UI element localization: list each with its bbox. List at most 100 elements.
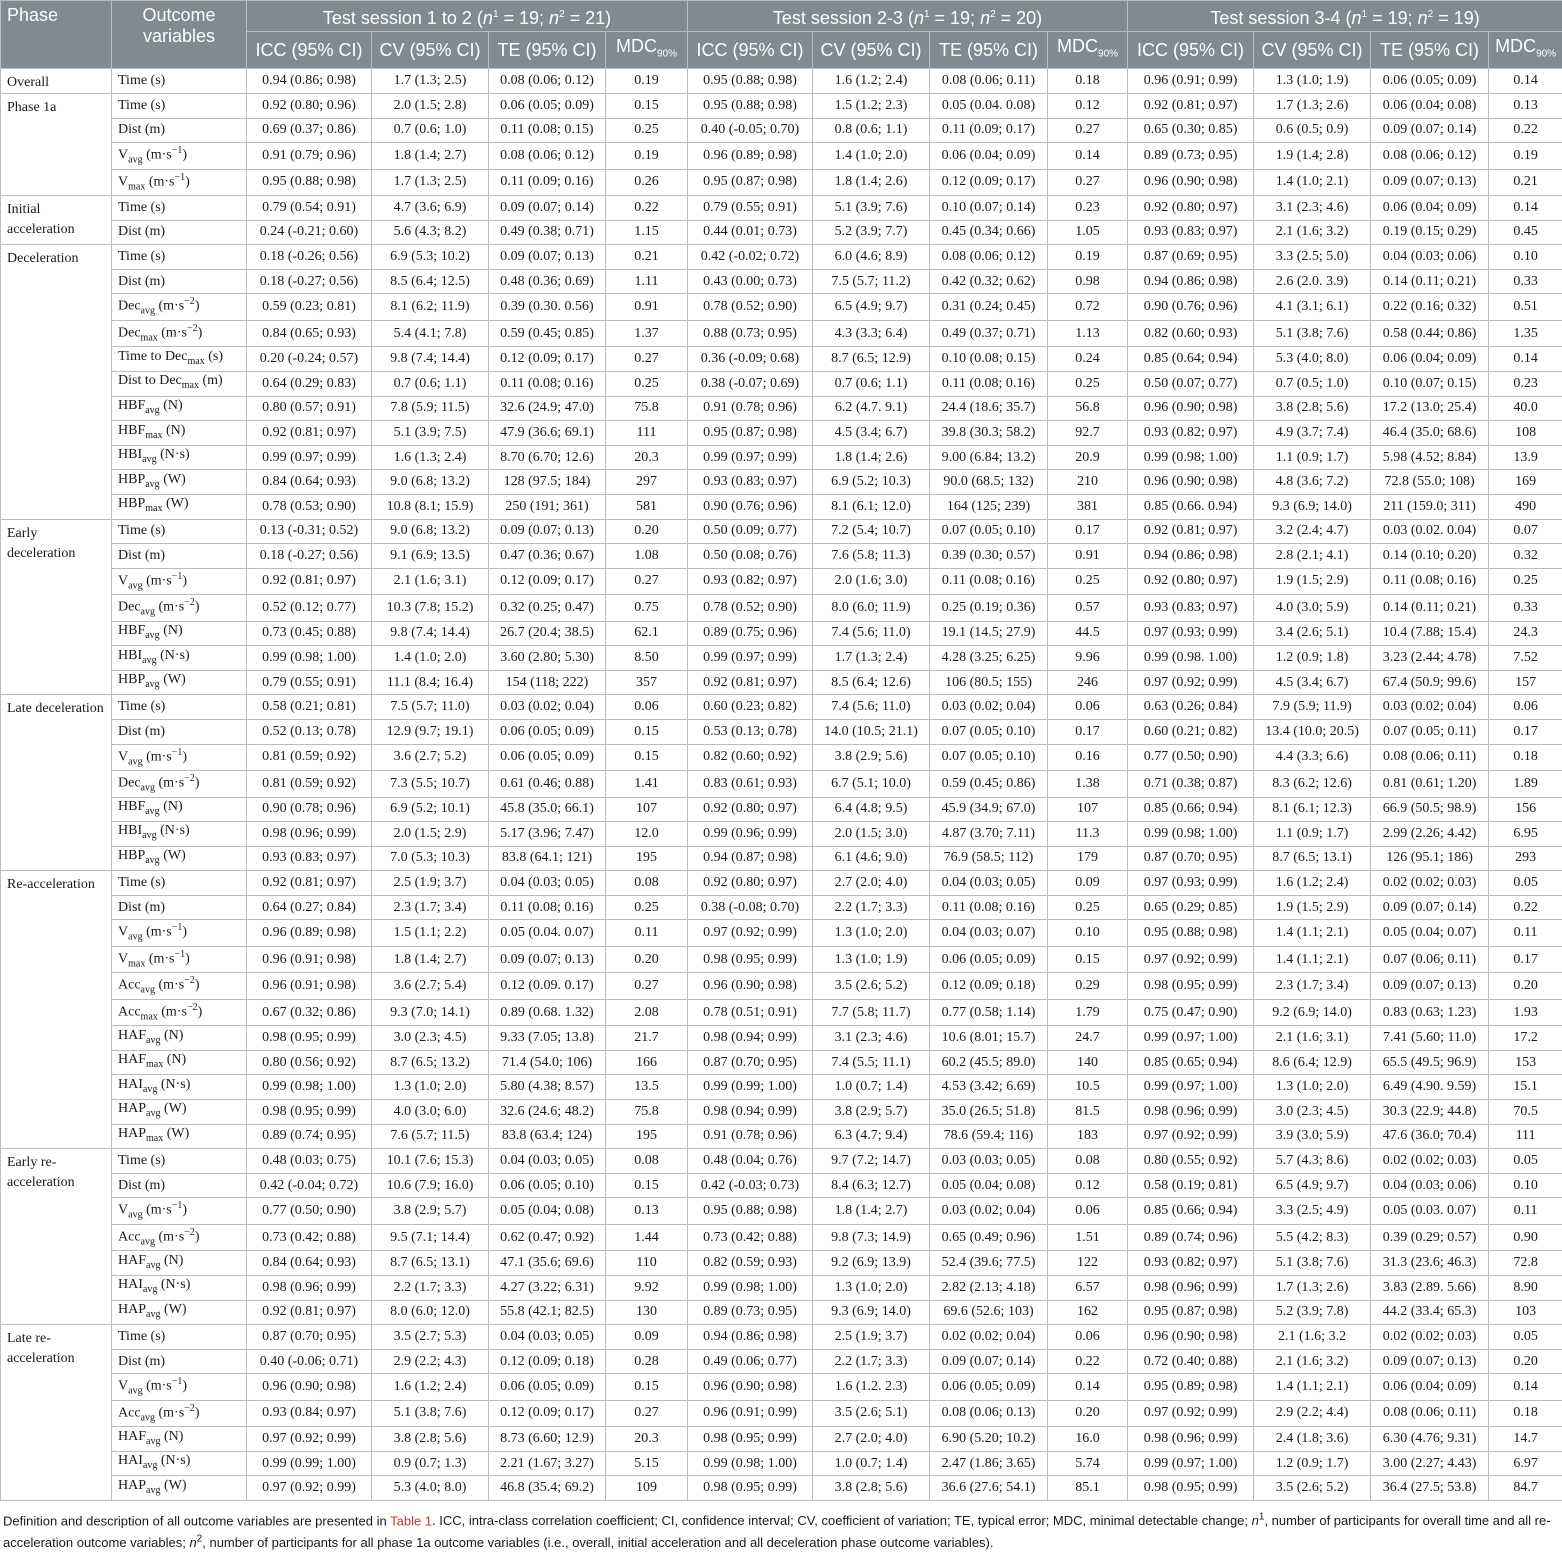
cv-value-cell: 4.0 (3.0; 6.0) [372,1100,489,1125]
table-1-link[interactable]: Table 1 [390,1513,432,1528]
cv-value-cell: 2.0 (1.5; 2.8) [372,94,489,119]
cv-value-cell: 3.5 (2.6; 5.1) [813,1400,930,1426]
te-value-cell: 0.12 (0.09; 0.17) [489,568,606,594]
te-value-cell: 0.03 (0.02; 0.04) [930,695,1048,720]
te-value-cell: 8.73 (6.60; 12.9) [489,1427,606,1452]
icc-value-cell: 0.96 (0.91; 0.98) [247,973,372,999]
outcome-variable-cell: Time (s) [112,695,247,720]
cv-value-cell: 5.1 (3.8; 7.6) [372,1400,489,1426]
cv-value-cell: 9.8 (7.4; 14.4) [372,347,489,372]
mdc-value-cell: 357 [606,670,688,695]
cv-value-cell: 9.5 (7.1; 14.4) [372,1224,489,1250]
cv-value-cell: 13.4 (10.0; 20.5) [1254,720,1371,745]
icc-value-cell: 0.98 (0.95; 0.99) [1128,973,1254,999]
outcome-variable-cell: HBFavg (N) [112,396,247,421]
reliability-table: Phase Outcome variables Test session 1 t… [0,0,1562,1501]
te-value-cell: 52.4 (39.6; 77.5) [930,1251,1048,1276]
cv-value-cell: 2.1 (1.6; 3.1) [1254,1026,1371,1051]
mdc-value-cell: 1.89 [1489,771,1562,797]
te-value-cell: 0.09 (0.07; 0.13) [1371,973,1489,999]
te-value-cell: 0.09 (0.07; 0.14) [930,1349,1048,1374]
icc-value-cell: 0.64 (0.27; 0.84) [247,895,372,920]
table-row: Decavg (m·s−2)0.59 (0.23; 0.81)8.1 (6.2;… [1,294,1562,320]
outcome-variable-cell: HAPmax (W) [112,1124,247,1149]
icc-value-cell: 0.99 (0.96; 0.99) [688,822,813,847]
mdc-value-cell: 11.3 [1048,822,1128,847]
mdc-value-cell: 13.5 [606,1075,688,1100]
te-value-cell: 0.03 (0.02; 0.04) [489,695,606,720]
icc-value-cell: 0.85 (0.65; 0.94) [1128,1050,1254,1075]
mdc-value-cell: 111 [606,421,688,446]
icc-value-cell: 0.67 (0.32; 0.86) [247,999,372,1025]
mdc-value-cell: 0.33 [1489,595,1562,621]
mdc-value-cell: 0.23 [1048,196,1128,221]
te-value-cell: 0.05 (0.03. 0.07) [1371,1198,1489,1224]
cv-value-cell: 1.1 (0.9; 1.7) [1254,822,1371,847]
te-value-cell: 45.9 (34.9; 67.0) [930,797,1048,822]
te-value-cell: 0.04 (0.03; 0.05) [489,871,606,896]
table-row: HBFavg (N)0.90 (0.78; 0.96)6.9 (5.2; 10.… [1,797,1562,822]
icc-value-cell: 0.48 (0.04; 0.76) [688,1149,813,1174]
icc-value-cell: 0.24 (-0.21; 0.60) [247,220,372,245]
cv-value-cell: 1.4 (1.1; 2.1) [1254,946,1371,972]
mdc-value-cell: 0.25 [1048,895,1128,920]
icc-value-cell: 0.96 (0.91; 0.99) [688,1400,813,1426]
cv-value-cell: 1.7 (1.3; 2.5) [372,69,489,94]
mdc-value-cell: 0.27 [606,347,688,372]
cv-value-cell: 8.7 (6.5; 13.2) [372,1050,489,1075]
te-value-cell: 0.09 (0.07; 0.13) [489,245,606,270]
icc-value-cell: 0.80 (0.57; 0.91) [247,396,372,421]
cv-value-cell: 1.4 (1.0; 2.0) [372,646,489,671]
cv-value-cell: 4.8 (3.6; 7.2) [1254,470,1371,495]
te-value-cell: 69.6 (52.6; 103) [930,1300,1048,1325]
te-value-cell: 0.06 (0.05; 0.09) [489,744,606,770]
cv-value-cell: 6.1 (4.6; 9.0) [813,846,930,871]
mdc-value-cell: 7.52 [1489,646,1562,671]
icc-value-cell: 0.92 (0.81; 0.97) [1128,94,1254,119]
te-value-cell: 0.14 (0.10; 0.20) [1371,544,1489,569]
icc-value-cell: 0.92 (0.81; 0.97) [1128,519,1254,544]
icc-value-cell: 0.99 (0.99; 1.00) [247,1451,372,1476]
cv-value-cell: 1.0 (0.7; 1.4) [813,1451,930,1476]
cv-value-cell: 7.5 (5.7; 11.2) [813,269,930,294]
te-value-cell: 7.41 (5.60; 11.0) [1371,1026,1489,1051]
te-value-cell: 36.6 (27.6; 54.1) [930,1476,1048,1501]
mdc-value-cell: 111 [1489,1124,1562,1149]
outcome-variable-cell: HAFmax (N) [112,1050,247,1075]
mdc-value-cell: 0.20 [1489,1349,1562,1374]
te-value-cell: 17.2 (13.0; 25.4) [1371,396,1489,421]
icc-value-cell: 0.98 (0.94; 0.99) [688,1100,813,1125]
icc-value-cell: 0.89 (0.74; 0.96) [1128,1224,1254,1250]
icc-value-cell: 0.95 (0.87; 0.98) [688,421,813,446]
te-value-cell: 3.00 (2.27; 4.43) [1371,1451,1489,1476]
outcome-variable-cell: Dist (m) [112,720,247,745]
table-row: Vavg (m·s−1)0.81 (0.59; 0.92)3.6 (2.7; 5… [1,744,1562,770]
mdc-value-cell: 0.15 [606,94,688,119]
cv-value-cell: 1.3 (1.0; 2.0) [813,920,930,946]
icc-value-cell: 0.92 (0.81; 0.97) [247,568,372,594]
table-row: Re-accelerationTime (s)0.92 (0.81; 0.97)… [1,871,1562,896]
mdc-value-cell: 24.7 [1048,1026,1128,1051]
mdc-header: MDC90% [1489,32,1562,69]
cv-value-cell: 4.5 (3.4; 6.7) [1254,670,1371,695]
te-value-cell: 0.49 (0.38; 0.71) [489,220,606,245]
mdc-value-cell: 8.50 [606,646,688,671]
te-value-cell: 46.4 (35.0; 68.6) [1371,421,1489,446]
icc-value-cell: 0.96 (0.90; 0.98) [1128,396,1254,421]
icc-value-cell: 0.89 (0.73; 0.95) [688,1300,813,1325]
cv-value-cell: 1.6 (1.2; 2.4) [813,69,930,94]
outcome-variable-cell: Dist to Decmax (m) [112,371,247,396]
te-value-cell: 0.05 (0.04. 0.08) [930,94,1048,119]
icc-value-cell: 0.82 (0.60; 0.93) [1128,320,1254,346]
te-value-cell: 0.06 (0.05; 0.09) [489,94,606,119]
mdc-value-cell: 0.05 [1489,871,1562,896]
cv-value-cell: 0.7 (0.6; 1.1) [813,371,930,396]
te-value-cell: 0.07 (0.06; 0.11) [1371,946,1489,972]
mdc-value-cell: 0.09 [1048,871,1128,896]
te-header: TE (95% CI) [1371,32,1489,69]
outcome-header: Outcome variables [112,1,247,69]
te-value-cell: 0.09 (0.07; 0.13) [489,946,606,972]
cv-value-cell: 3.8 (2.9; 5.7) [372,1198,489,1224]
outcome-variable-cell: HAFavg (N) [112,1251,247,1276]
mdc-value-cell: 0.20 [606,946,688,972]
